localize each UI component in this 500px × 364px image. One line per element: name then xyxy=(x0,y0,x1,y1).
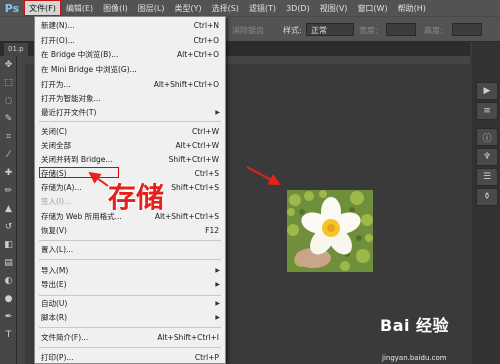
menu-item-open-as[interactable]: 打开为... Alt+Shift+Ctrl+O xyxy=(35,78,225,90)
menu-item-automate[interactable]: 自动(U) ▶ xyxy=(35,297,225,309)
menu-item-open-smart-object[interactable]: 打开为智能对象... xyxy=(35,92,225,104)
menu-item-browse-bridge[interactable]: 在 Bridge 中浏览(B)... Alt+Ctrl+O xyxy=(35,48,225,60)
move-tool-icon[interactable]: ✥ xyxy=(0,56,17,74)
type-tool-icon[interactable]: T xyxy=(0,326,17,344)
lasso-tool-icon[interactable]: ◌ xyxy=(0,92,17,110)
brush-presets-icon[interactable]: ♆ xyxy=(476,148,498,166)
menu-item-export[interactable]: 导出(E) ▶ xyxy=(35,278,225,290)
menu-item-close[interactable]: 关闭(C) Ctrl+W xyxy=(35,125,225,137)
height-input[interactable] xyxy=(452,23,482,36)
eraser-tool-icon[interactable]: ◧ xyxy=(0,236,17,254)
vertical-ruler xyxy=(17,56,25,364)
menu-view[interactable]: 视图(V) xyxy=(315,0,353,16)
menu-item-import[interactable]: 导入(M) ▶ xyxy=(35,264,225,276)
menu-separator xyxy=(39,327,221,328)
flower-photo xyxy=(287,190,373,272)
menu-item-place[interactable]: 置入(L)... xyxy=(35,243,225,255)
watermark-url: jingyan.baidu.com xyxy=(382,354,447,362)
submenu-arrow-icon: ▶ xyxy=(215,108,220,116)
document-tab[interactable]: 01.p xyxy=(4,43,28,56)
history-icon[interactable]: ≡ xyxy=(476,102,498,120)
menu-item-close-all[interactable]: 关闭全部 Alt+Ctrl+W xyxy=(35,139,225,151)
history-brush-tool-icon[interactable]: ↺ xyxy=(0,218,17,236)
eyedropper-tool-icon[interactable]: ⁄ xyxy=(0,146,17,164)
menu-item-file-info[interactable]: 文件简介(F)... Alt+Shift+Ctrl+I xyxy=(35,331,225,343)
menu-item-recent-files[interactable]: 最近打开文件(T) ▶ xyxy=(35,106,225,118)
style-label: 样式: xyxy=(283,26,302,35)
blur-tool-icon[interactable]: ◐ xyxy=(0,272,17,290)
menu-separator xyxy=(39,347,221,348)
menu-separator xyxy=(39,240,221,241)
menu-3d[interactable]: 3D(D) xyxy=(281,0,315,16)
submenu-arrow-icon: ▶ xyxy=(215,299,220,307)
menu-item-print[interactable]: 打印(P)... Ctrl+P xyxy=(35,351,225,363)
menu-item-browse-mini-bridge[interactable]: 在 Mini Bridge 中浏览(G)... xyxy=(35,63,225,75)
style-select[interactable]: 正常 xyxy=(306,23,354,36)
menu-item-new[interactable]: 新建(N)... Ctrl+N xyxy=(35,19,225,31)
stamp-tool-icon[interactable]: ▲ xyxy=(0,200,17,218)
quick-select-tool-icon[interactable]: ✎ xyxy=(0,110,17,128)
watermark-brand: Bai 经验 xyxy=(380,316,450,335)
dodge-tool-icon[interactable]: ● xyxy=(0,290,17,308)
canvas-image xyxy=(287,190,373,272)
menu-filter[interactable]: 滤镜(T) xyxy=(244,0,281,16)
menu-type[interactable]: 类型(Y) xyxy=(169,0,206,16)
antialias-label[interactable]: 消除锯齿 xyxy=(232,25,264,36)
menu-bar: Ps 文件(F) 编辑(E) 图像(I) 图层(L) 类型(Y) 选择(S) 滤… xyxy=(0,0,500,16)
menu-item-scripts[interactable]: 脚本(R) ▶ xyxy=(35,311,225,323)
menu-separator xyxy=(39,121,221,122)
width-input[interactable] xyxy=(386,23,416,36)
adjustments-icon[interactable]: ☰ xyxy=(476,168,498,186)
menu-item-revert[interactable]: 恢复(V) F12 xyxy=(35,224,225,236)
menu-image[interactable]: 图像(I) xyxy=(98,0,133,16)
menu-select[interactable]: 选择(S) xyxy=(207,0,244,16)
clone-source-icon[interactable]: ⚱ xyxy=(476,188,498,206)
crop-tool-icon[interactable]: ⌗ xyxy=(0,128,17,146)
menu-separator xyxy=(39,295,221,296)
marquee-tool-icon[interactable]: ⬚ xyxy=(0,74,17,92)
menu-item-close-go-bridge[interactable]: 关闭并转到 Bridge... Shift+Ctrl+W xyxy=(35,153,225,165)
save-callout: 存储 xyxy=(108,181,165,214)
submenu-arrow-icon: ▶ xyxy=(215,280,220,288)
menu-help[interactable]: 帮助(H) xyxy=(393,0,431,16)
menu-item-open[interactable]: 打开(O)... Ctrl+O xyxy=(35,34,225,46)
gradient-tool-icon[interactable]: ▤ xyxy=(0,254,17,272)
play-icon[interactable]: ▶ xyxy=(476,82,498,100)
tools-panel: ✥ ⬚ ◌ ✎ ⌗ ⁄ ✚ ✏ ▲ ↺ ◧ ▤ ◐ ● ✒ T xyxy=(0,56,17,364)
menu-edit[interactable]: 编辑(E) xyxy=(61,0,98,16)
menu-window[interactable]: 窗口(W) xyxy=(352,0,392,16)
menu-file[interactable]: 文件(F) xyxy=(24,0,61,16)
submenu-arrow-icon: ▶ xyxy=(215,313,220,321)
photoshop-logo: Ps xyxy=(4,1,20,15)
height-label: 高度: xyxy=(424,26,443,35)
brush-tool-icon[interactable]: ✏ xyxy=(0,182,17,200)
menu-separator xyxy=(39,259,221,260)
baidu-jingyan-watermark: Bai 经验 xyxy=(380,312,449,336)
info-icon[interactable]: ⓘ xyxy=(476,128,498,146)
menu-layer[interactable]: 图层(L) xyxy=(133,0,170,16)
width-label: 宽度: xyxy=(359,26,378,35)
arrow-to-canvas-icon xyxy=(246,166,281,185)
pen-tool-icon[interactable]: ✒ xyxy=(0,308,17,326)
healing-brush-tool-icon[interactable]: ✚ xyxy=(0,164,17,182)
submenu-arrow-icon: ▶ xyxy=(215,266,220,274)
